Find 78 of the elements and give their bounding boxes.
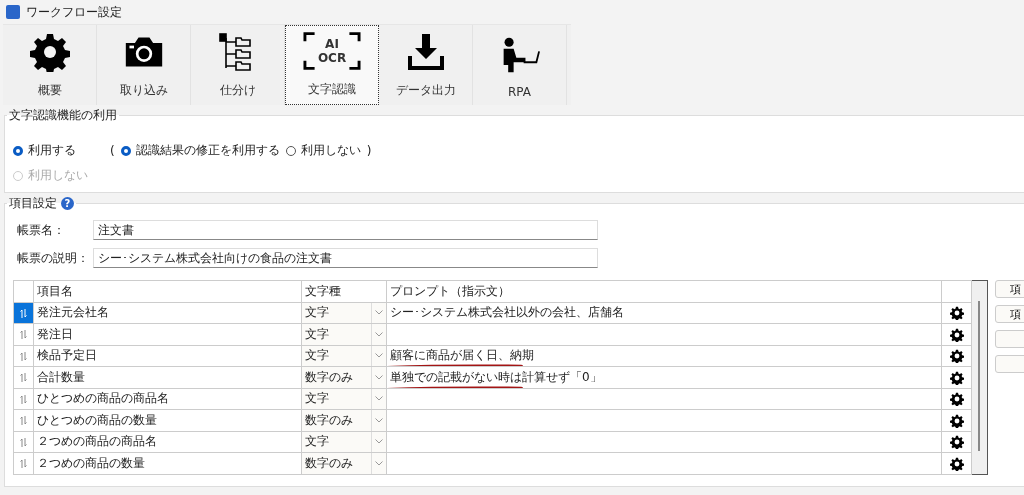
toolbar-tab[interactable]: 取り込み — [97, 25, 191, 105]
field-label: 帳票名： — [16, 221, 66, 239]
parenthesis: ) — [366, 143, 372, 158]
row-handle[interactable] — [13, 452, 34, 474]
toolbar-tab[interactable]: データ出力 — [379, 25, 473, 105]
settings-icon[interactable] — [949, 327, 964, 342]
radio-button[interactable]: 利用する — [13, 142, 76, 159]
caret-icon — [375, 374, 383, 380]
type-dropdown[interactable]: 数字のみ — [302, 367, 386, 387]
caret-icon — [375, 396, 383, 402]
tab-label: 文字認識 — [308, 81, 356, 98]
help-icon[interactable]: ? — [61, 197, 74, 210]
row-handle[interactable] — [13, 345, 34, 367]
settings-icon[interactable] — [949, 370, 964, 385]
tab-label: 仕分け — [219, 82, 256, 99]
tab-label: データ出力 — [395, 82, 456, 99]
input-field[interactable]: シー･システム株式会社向けの食品の注文書 — [93, 248, 598, 268]
tab-label: RPA — [508, 85, 531, 99]
table-cell: 顧客に商品が届く日、納期 — [390, 348, 534, 363]
field-label: 帳票の説明： — [16, 249, 90, 267]
settings-icon[interactable] — [949, 392, 964, 406]
type-dropdown[interactable]: 文字 — [302, 389, 386, 409]
caret-icon — [375, 353, 383, 359]
input-field[interactable]: 注文書 — [93, 220, 598, 240]
window-title: ワークフロー設定 — [26, 3, 122, 21]
table-cell: シー･システム株式会社以外の会社、店舗名 — [390, 305, 624, 320]
radio-button[interactable]: 認識結果の修正を利用する — [120, 142, 280, 159]
toolbar-tab[interactable]: 概要 — [3, 25, 97, 105]
caret-icon — [375, 417, 383, 423]
tab-label: 取り込み — [119, 82, 168, 99]
type-dropdown[interactable]: 数字のみ — [302, 453, 386, 473]
settings-icon[interactable] — [949, 306, 964, 320]
row-handle[interactable] — [13, 409, 34, 431]
table-cell: 合計数量 — [33, 366, 302, 388]
type-dropdown[interactable]: 文字 — [302, 346, 386, 366]
column-header: 項目名 — [33, 280, 302, 302]
side-button[interactable]: 項 — [995, 280, 1024, 298]
row-handle[interactable] — [13, 431, 34, 453]
table-cell: ひとつめの商品の数量 — [33, 409, 302, 431]
settings-icon[interactable] — [949, 435, 964, 449]
side-button[interactable] — [995, 355, 1024, 373]
table-cell: 発注元会社名 — [33, 302, 302, 324]
caret-icon — [375, 439, 383, 445]
group-title: 文字認識機能の利用 — [8, 107, 118, 124]
parenthesis: ( — [110, 143, 115, 158]
table-cell: 発注日 — [33, 323, 302, 345]
type-dropdown[interactable]: 文字 — [302, 303, 386, 323]
column-header: 文字種 — [301, 280, 387, 302]
tab-label: 概要 — [37, 82, 62, 99]
row-handle[interactable] — [13, 388, 34, 410]
type-dropdown[interactable]: 文字 — [302, 432, 386, 452]
gear-icon — [29, 32, 70, 72]
group-title: 項目設定 — [9, 195, 57, 212]
caret-icon — [375, 310, 383, 316]
caret-icon — [375, 331, 383, 337]
caret-icon — [375, 460, 383, 466]
side-button[interactable]: 項 — [995, 305, 1024, 323]
row-handle[interactable] — [13, 302, 34, 324]
side-button[interactable] — [995, 330, 1024, 348]
type-dropdown[interactable]: 文字 — [302, 324, 386, 344]
column-header: プロンプト（指示文） — [386, 280, 942, 302]
toolbar-tab[interactable]: AI OCR 文字認識 — [285, 25, 379, 105]
type-dropdown[interactable]: 数字のみ — [302, 410, 386, 430]
settings-icon[interactable] — [949, 413, 964, 428]
settings-icon[interactable] — [949, 456, 964, 471]
table-cell: 単独での記載がない時は計算せず「0」 — [390, 369, 602, 384]
app-icon — [6, 5, 20, 19]
radio-button[interactable]: 利用しない — [285, 142, 361, 159]
scrollbar[interactable] — [972, 280, 988, 475]
row-handle[interactable] — [13, 323, 34, 345]
toolbar-tab[interactable]: RPA — [473, 25, 567, 105]
table-cell: ひとつめの商品の商品名 — [33, 388, 302, 410]
table-cell: 検品予定日 — [33, 345, 302, 367]
table-cell: ２つめの商品の数量 — [33, 452, 302, 474]
settings-icon[interactable] — [949, 349, 964, 363]
table-cell: ２つめの商品の商品名 — [33, 431, 302, 453]
row-handle[interactable] — [13, 366, 34, 388]
download-icon — [405, 32, 446, 72]
